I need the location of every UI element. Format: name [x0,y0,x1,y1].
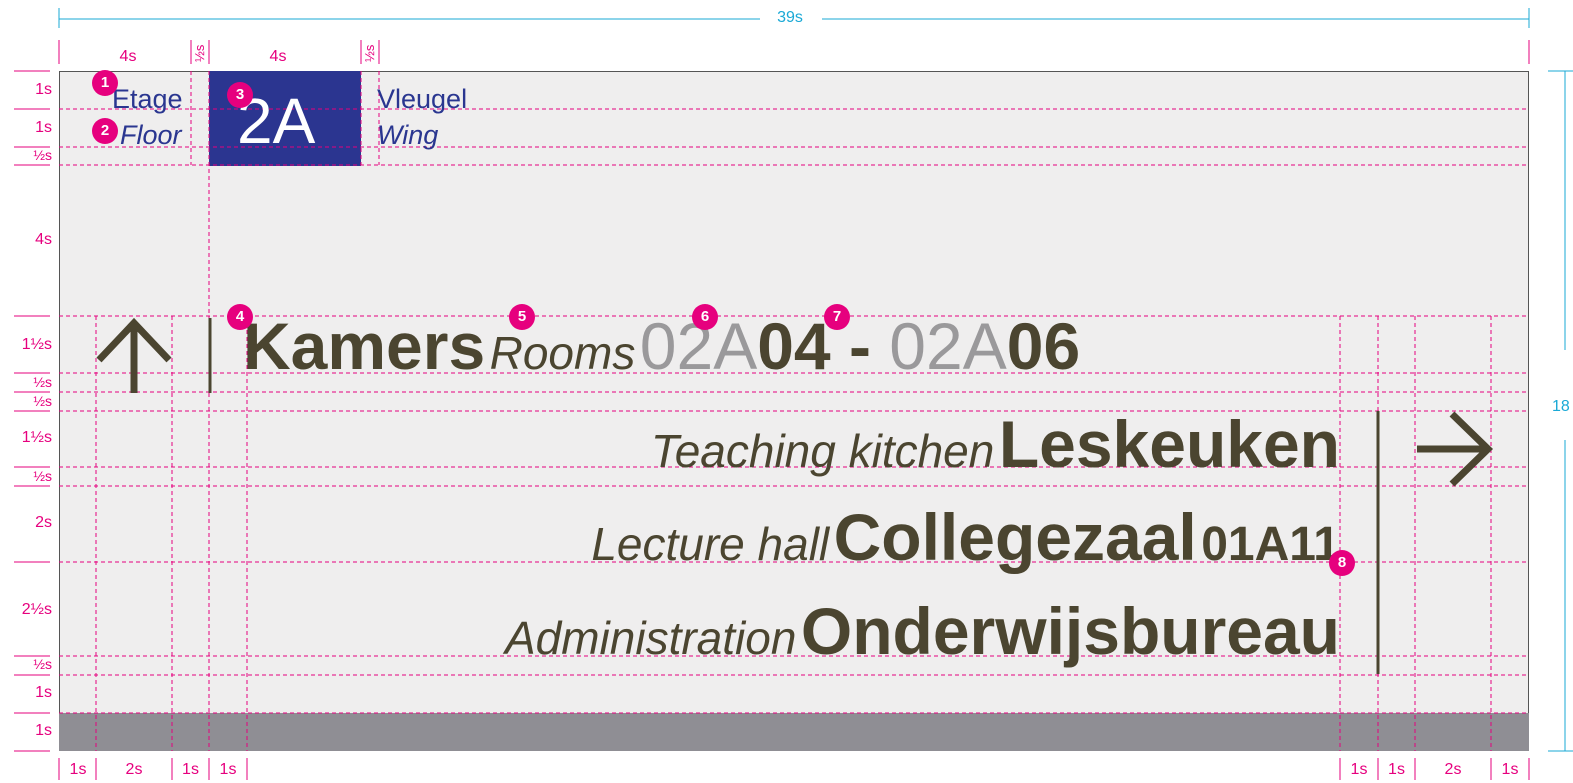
left-dim-13: 1s [35,684,52,701]
left-dim-4: 4s [35,231,52,248]
up-arrow-icon [96,317,172,393]
badge-4: 4 [227,304,253,330]
top-dim-3: 4s [269,48,287,65]
bottom-dim-4: 1s [219,761,237,778]
floor-label-nl: Etage [112,84,183,114]
destination-2-number: 01A11 [1201,518,1340,571]
top-dim-4: ½s [362,44,377,62]
badge-8: 8 [1329,550,1355,576]
overall-width-label: 39s [777,9,803,26]
bottom-dim-3: 1s [182,761,199,778]
wing-label-en: Wing [377,120,439,150]
bottom-dim-1: 1s [69,761,87,778]
destination-3-en: Administration [504,612,797,664]
destination-2-en: Lecture hall [591,518,830,570]
destination-row-3: Administration Onderwijsbureau [505,591,1340,690]
left-dim-6: ½s [33,374,52,390]
destination-row-1: Teaching kitchen Leskeuken [651,404,1340,503]
range-start-number: 04 [757,309,831,383]
wing-label-nl: Vleugel [377,84,468,114]
bottom-dim-2: 2s [125,761,143,778]
badge-7: 7 [824,304,850,330]
badge-1: 1 [92,70,118,96]
left-dim-1: 1s [35,81,52,98]
left-dim-11: 2½s [21,601,52,618]
destination-3-nl: Onderwijsbureau [800,594,1340,668]
destination-1-nl: Leskeuken [998,407,1340,481]
left-dim-5: 1½s [21,336,52,353]
bottom-dim-5: 1s [1350,761,1368,778]
badge-6: 6 [692,304,718,330]
badge-5: 5 [509,304,535,330]
destination-2-nl: Collegezaal [833,500,1197,574]
left-dim-14: 1s [35,722,52,739]
badge-2: 2 [92,118,118,144]
rooms-title-nl: Kamers [243,309,486,383]
left-dim-9: ½s [33,468,52,484]
overall-height-label: 18 [1552,398,1570,415]
top-dim-2: ½s [192,44,207,62]
left-dim-7: ½s [33,393,52,409]
left-dim-8: 1½s [21,429,52,446]
range-end-prefix: 02A [889,309,1007,383]
rooms-row: Kamers Rooms 02A04 - 02A06 [243,306,1080,405]
destination-row-2: Lecture hall Collegezaal 01A11 [591,497,1340,596]
floor-label-en: Floor [120,120,182,150]
bottom-dim-7: 2s [1444,761,1462,778]
bottom-dim-8: 1s [1501,761,1519,778]
left-dim-10: 2s [35,514,52,531]
destination-1-en: Teaching kitchen [650,425,995,477]
rooms-title-en: Rooms [489,327,636,379]
bottom-dim-6: 1s [1388,761,1405,778]
range-end-number: 06 [1006,309,1081,383]
left-dim-2: 1s [35,119,52,136]
left-dim-3: ½s [33,147,52,163]
badge-3: 3 [227,82,253,108]
top-dim-1: 4s [119,48,137,65]
left-dim-12: ½s [33,656,52,672]
right-arrow-icon [1417,411,1494,487]
